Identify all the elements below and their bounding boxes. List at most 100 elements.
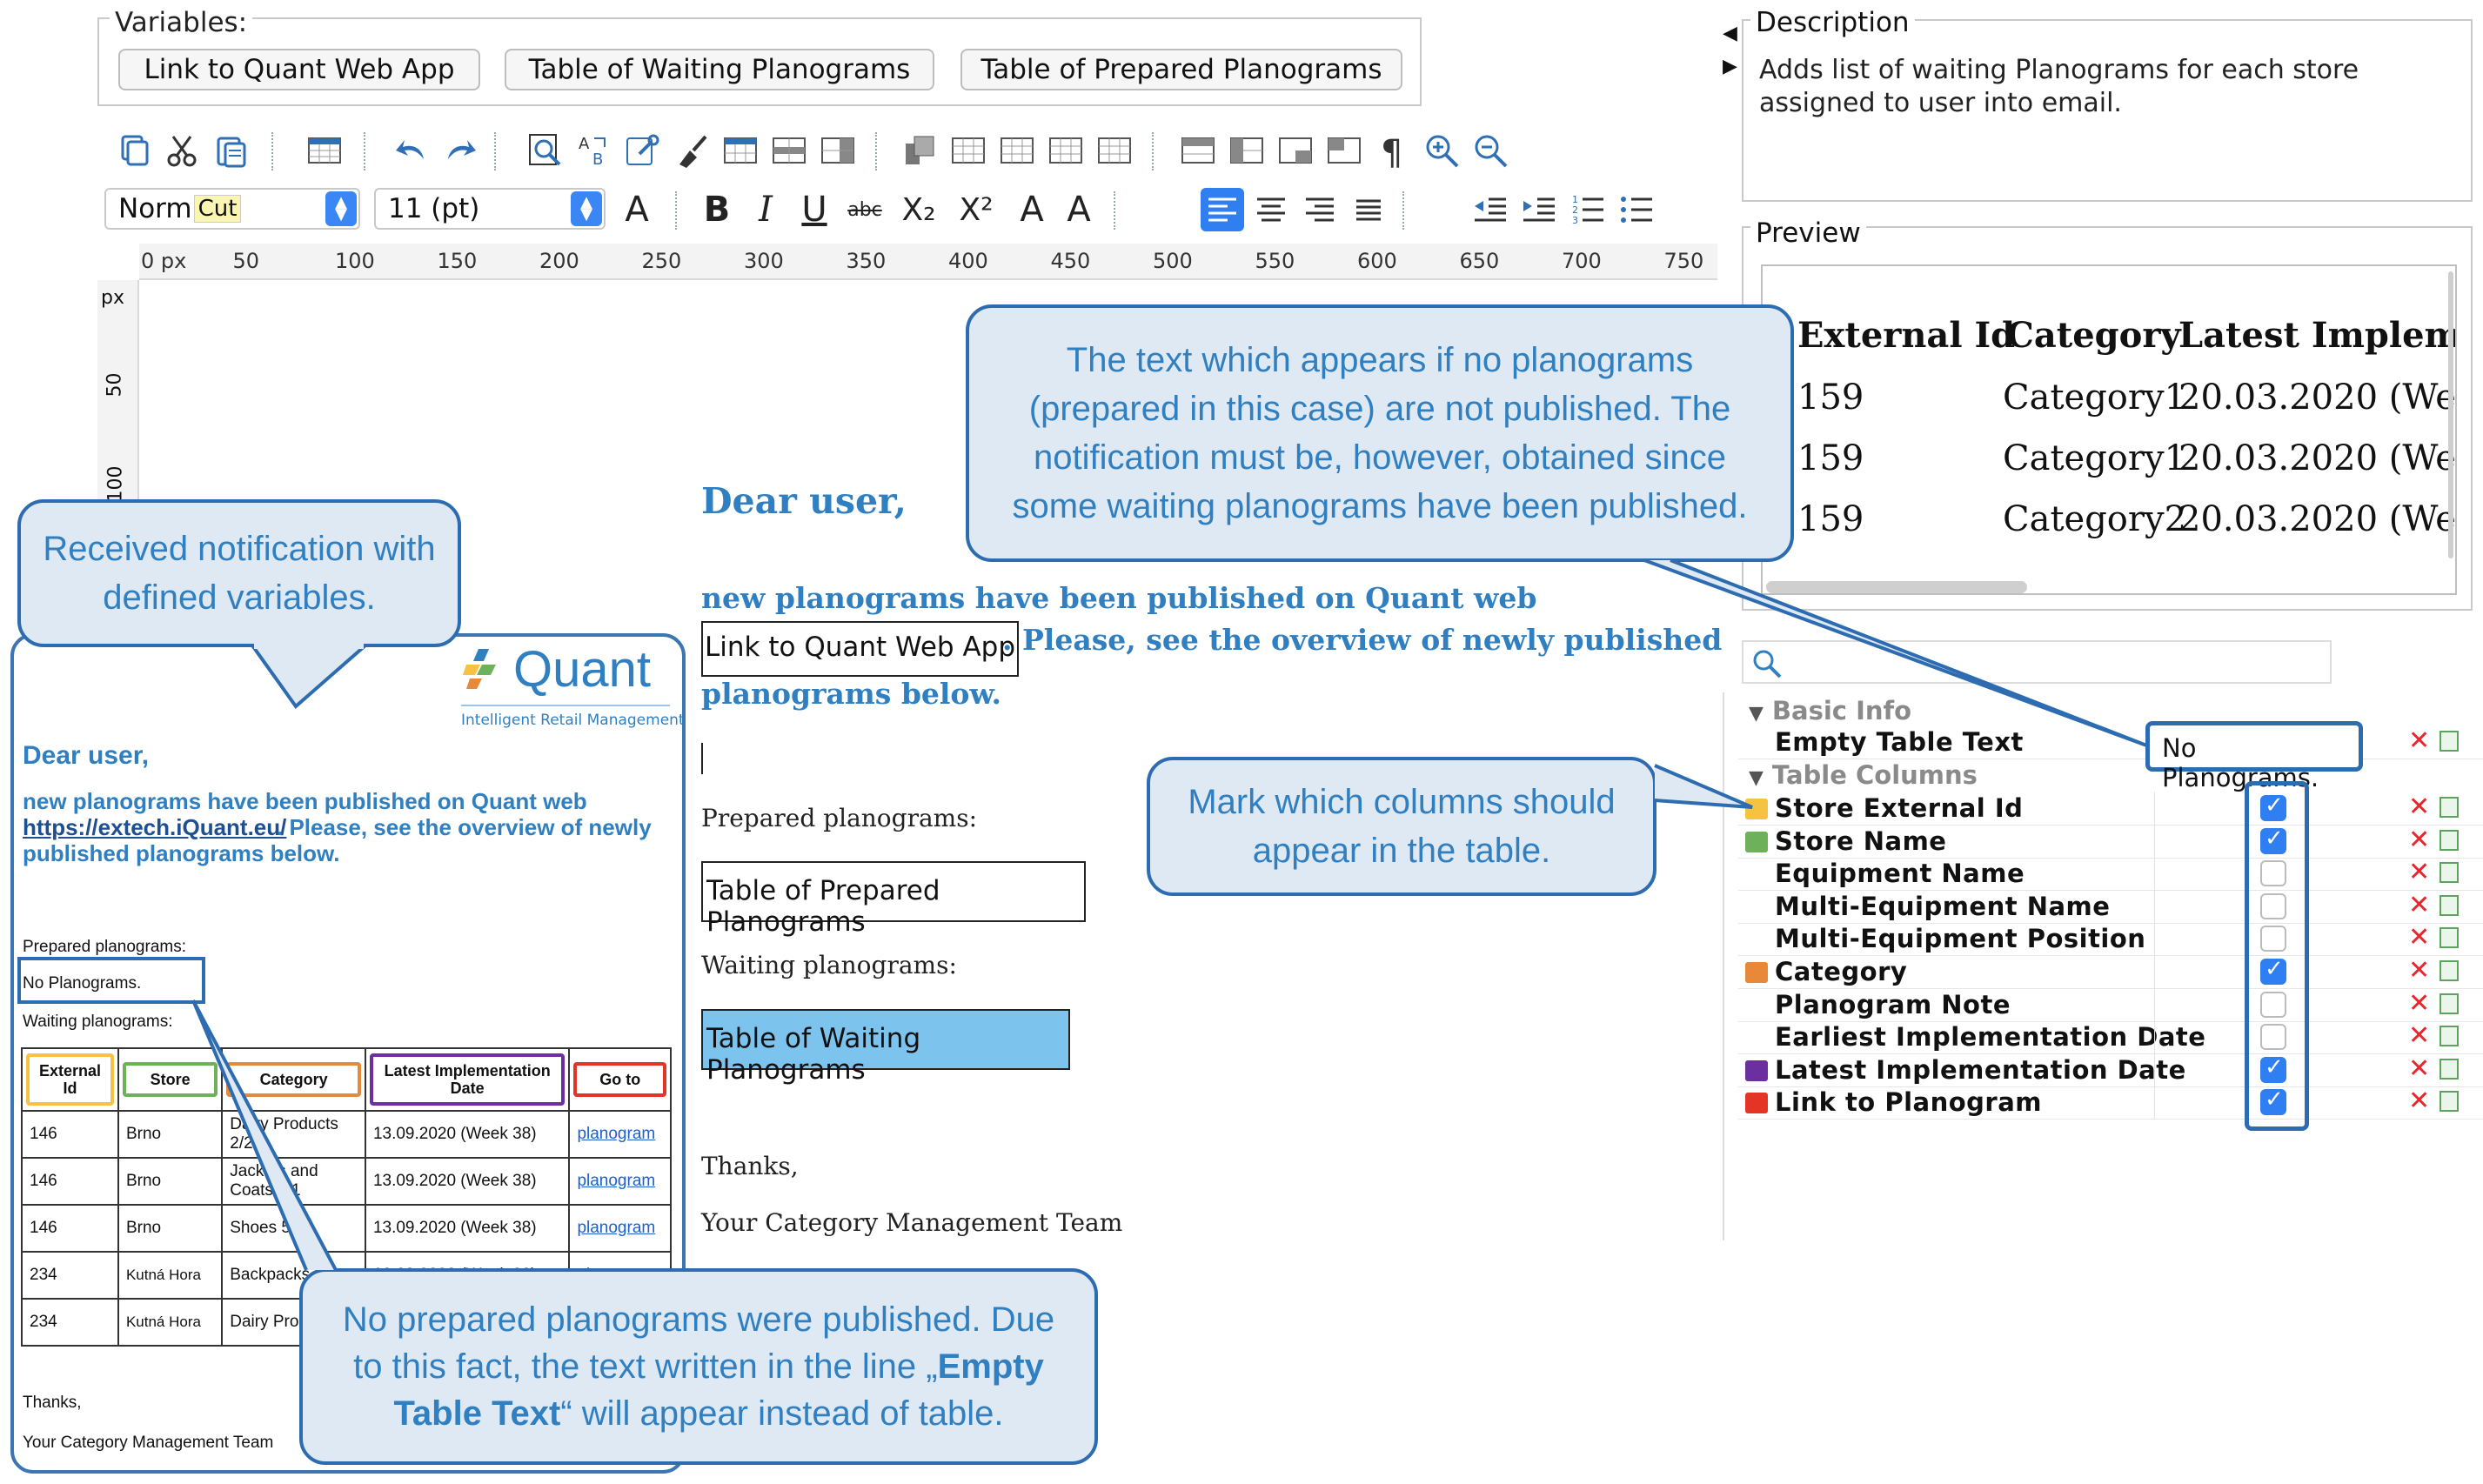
edit-icon[interactable] xyxy=(2439,960,2459,981)
table-grid-icon[interactable] xyxy=(947,129,990,172)
delete-icon[interactable]: ✕ xyxy=(2408,725,2430,756)
font-color-button[interactable]: A xyxy=(618,188,656,231)
delete-icon[interactable]: ✕ xyxy=(2408,988,2430,1019)
delete-icon[interactable]: ✕ xyxy=(2408,857,2430,887)
column-row[interactable]: Planogram Note ✕ xyxy=(1738,987,2483,1022)
italic-button[interactable]: I xyxy=(746,188,785,231)
table-row-icon[interactable] xyxy=(1044,129,1088,172)
copy-icon[interactable] xyxy=(111,129,155,172)
table-delete-icon[interactable] xyxy=(1274,129,1317,172)
zoom-in-icon[interactable] xyxy=(1420,129,1463,172)
planogram-link[interactable]: planogram xyxy=(568,1110,672,1159)
preview-cell: 159 xyxy=(1797,378,1864,418)
delete-icon[interactable]: ✕ xyxy=(2408,1053,2430,1084)
empty-table-text-value[interactable]: No Planograms. xyxy=(2145,721,2363,792)
quant-logo-text: Quant xyxy=(513,641,651,698)
var-waiting-planograms-button[interactable]: Table of Waiting Planograms xyxy=(505,49,934,90)
column-row[interactable]: Category ✕ xyxy=(1738,955,2483,989)
insert-row-icon[interactable] xyxy=(767,129,811,172)
table-split2-icon[interactable] xyxy=(1225,129,1268,172)
column-row[interactable]: Multi-Equipment Position ✕ xyxy=(1738,922,2483,957)
column-row[interactable]: Store Name ✕ xyxy=(1738,824,2483,859)
column-row[interactable]: Earliest Implementation Date ✕ xyxy=(1738,1020,2483,1055)
preview-vertical-scrollbar[interactable] xyxy=(2448,271,2453,558)
column-row[interactable]: Link to Planogram ✕ xyxy=(1738,1086,2483,1120)
edit-icon[interactable] xyxy=(2439,993,2459,1014)
planogram-link[interactable]: planogram xyxy=(568,1157,672,1206)
table-row2-icon[interactable] xyxy=(1093,129,1136,172)
cut-icon[interactable] xyxy=(160,129,204,172)
replace-icon[interactable]: AB xyxy=(572,129,616,172)
edit-icon[interactable] xyxy=(2439,731,2459,752)
column-row[interactable]: Multi-Equipment Name ✕ xyxy=(1738,889,2483,924)
align-left-icon[interactable] xyxy=(1201,188,1244,231)
column-name: Latest Implementation Date xyxy=(1775,1054,2186,1085)
align-center-icon[interactable] xyxy=(1249,188,1293,231)
planogram-link[interactable]: planogram xyxy=(568,1204,672,1253)
superscript-button[interactable]: X² xyxy=(950,188,1002,231)
indent-icon[interactable] xyxy=(1517,188,1561,231)
decrease-font-button[interactable]: A xyxy=(1011,188,1053,231)
clear-format-icon[interactable] xyxy=(670,129,713,172)
column-row[interactable]: Equipment Name ✕ xyxy=(1738,857,2483,892)
table-columns-group[interactable]: ▼ Table Columns xyxy=(1749,760,1978,790)
outdent-icon[interactable] xyxy=(1469,188,1512,231)
align-justify-icon[interactable] xyxy=(1347,188,1390,231)
edit-icon[interactable] xyxy=(2439,1091,2459,1113)
font-size-select[interactable]: 11 (pt) ▲ ▼ xyxy=(374,188,606,230)
notification-url-link[interactable]: https://extech.iQuant.eu/ xyxy=(23,814,286,841)
edit-icon[interactable] xyxy=(2439,862,2459,884)
delete-icon[interactable]: ✕ xyxy=(2408,825,2430,855)
delete-icon[interactable]: ✕ xyxy=(2408,890,2430,920)
column-row[interactable]: Latest Implementation Date ✕ xyxy=(1738,1053,2483,1087)
subscript-button[interactable]: X₂ xyxy=(893,188,945,231)
preview-horizontal-scrollbar[interactable] xyxy=(1766,581,2027,593)
table-col-icon[interactable] xyxy=(995,129,1039,172)
find-icon[interactable] xyxy=(524,129,567,172)
link-variable-placeholder[interactable]: Link to Quant Web App xyxy=(701,621,1020,677)
table-delete2-icon[interactable] xyxy=(1322,129,1366,172)
expand-right-icon[interactable]: ▶ xyxy=(1723,56,1737,77)
underline-button[interactable]: U xyxy=(795,188,833,231)
delete-icon[interactable]: ✕ xyxy=(2408,1086,2430,1116)
merge-cells-icon[interactable] xyxy=(898,129,941,172)
var-prepared-planograms-button[interactable]: Table of Prepared Planograms xyxy=(960,49,1402,90)
column-row[interactable]: Store External Id ✕ xyxy=(1738,792,2483,826)
property-search-input[interactable] xyxy=(1742,640,2332,684)
strikethrough-button[interactable]: abc xyxy=(839,188,891,231)
undo-icon[interactable] xyxy=(390,129,433,172)
edit-icon[interactable] xyxy=(2439,894,2459,916)
delete-icon[interactable]: ✕ xyxy=(2408,955,2430,986)
pilcrow-icon[interactable]: ¶ xyxy=(1371,129,1415,172)
link-icon[interactable] xyxy=(621,129,665,172)
delete-icon[interactable]: ✕ xyxy=(2408,1020,2430,1051)
collapse-left-icon[interactable]: ◀ xyxy=(1723,23,1737,44)
table-split-icon[interactable] xyxy=(1176,129,1220,172)
redo-icon[interactable] xyxy=(438,129,482,172)
edit-icon[interactable] xyxy=(2439,927,2459,949)
edit-icon[interactable] xyxy=(2439,797,2459,818)
delete-icon[interactable]: ✕ xyxy=(2408,922,2430,953)
align-right-icon[interactable] xyxy=(1298,188,1342,231)
basic-info-group[interactable]: ▼ Basic Info xyxy=(1749,696,1911,725)
zoom-out-icon[interactable] xyxy=(1469,129,1512,172)
edit-icon[interactable] xyxy=(2439,829,2459,851)
delete-icon[interactable]: ✕ xyxy=(2408,792,2430,822)
var-link-quant-web-app-button[interactable]: Link to Quant Web App xyxy=(118,49,480,90)
insert-column-icon[interactable] xyxy=(816,129,860,172)
increase-font-button[interactable]: A xyxy=(1058,188,1100,231)
bold-button[interactable]: B xyxy=(698,188,736,231)
prepared-table-variable[interactable]: Table of Prepared Planograms xyxy=(701,861,1086,938)
insert-table-icon[interactable] xyxy=(719,129,762,172)
bullet-list-icon[interactable] xyxy=(1615,188,1658,231)
numbered-list-icon[interactable]: 123 xyxy=(1566,188,1610,231)
email-thanks: Thanks, xyxy=(701,1152,799,1180)
paste-icon[interactable] xyxy=(209,129,252,172)
waiting-table-variable-selected[interactable]: Table of Waiting Planograms xyxy=(701,1009,1070,1086)
table-icon[interactable] xyxy=(303,129,346,172)
empty-table-text-row[interactable]: Empty Table Text ✕ xyxy=(1738,725,2483,759)
font-size-chevron-icon: ▲ ▼ xyxy=(571,191,602,226)
style-select[interactable]: Norm Cut ▲ ▼ xyxy=(104,188,360,230)
edit-icon[interactable] xyxy=(2439,1058,2459,1080)
edit-icon[interactable] xyxy=(2439,1026,2459,1047)
